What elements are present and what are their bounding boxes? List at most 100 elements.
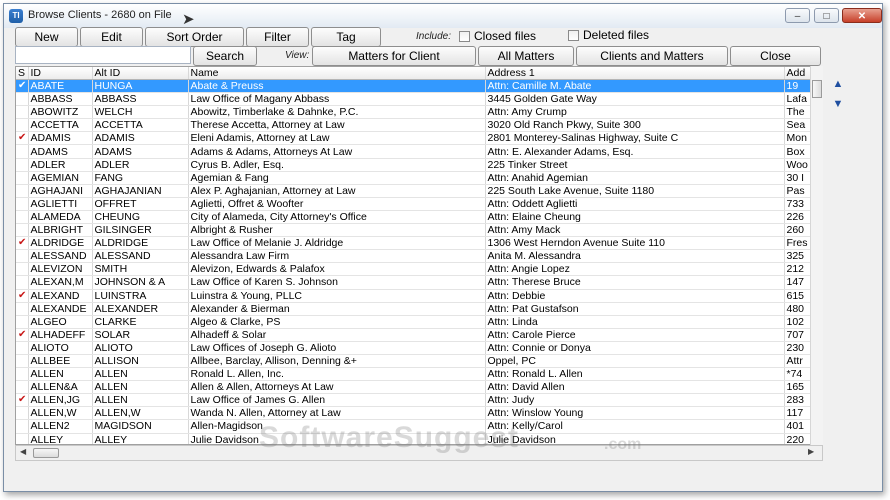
alt-id-cell: WELCH	[92, 105, 189, 120]
status-cell	[16, 144, 29, 159]
scroll-right-arrow-icon[interactable]: ▶	[808, 447, 814, 456]
table-row[interactable]: ALBRIGHT GILSINGER Albright & Rusher Attn: …	[16, 223, 822, 238]
table-row[interactable]: ALEVIZON SMITH Alevizon, Edwards & Palafox…	[16, 262, 822, 277]
id-cell: ADLER	[28, 158, 93, 172]
column-header-address1[interactable]: Address 1	[485, 67, 785, 80]
close-window-button[interactable]: ✕	[842, 8, 882, 23]
address1-cell: Attn: Debbie	[485, 289, 785, 303]
table-row[interactable]: AGEMIAN FANG Agemian & Fang Attn: Anahid Ag…	[16, 171, 822, 185]
table-row[interactable]: ALEXAN,M JOHNSON & A Law Office of Karen S…	[16, 275, 822, 290]
column-header-name[interactable]: Name	[188, 67, 486, 80]
table-row[interactable]: ✔ ALEXAND LUINSTRA Luinstra & Young, PLLC At…	[16, 289, 822, 303]
address1-cell: Attn: Elaine Cheung	[485, 210, 785, 225]
filter-button[interactable]: Filter	[246, 27, 309, 47]
deleted-files-checkbox[interactable]	[568, 30, 579, 41]
table-row[interactable]: AGLIETTI OFFRET Aglietti, Offret & Woofter…	[16, 197, 822, 211]
alt-id-cell: ALDRIDGE	[92, 236, 189, 251]
status-cell	[16, 92, 29, 107]
alt-id-cell: ABBASS	[92, 92, 189, 107]
sort-order-button[interactable]: Sort Order	[145, 27, 244, 47]
alt-id-cell: ALIOTO	[92, 341, 189, 355]
table-row[interactable]: ALLEN&A ALLEN Allen & Allen, Attorneys At …	[16, 380, 822, 395]
search-button[interactable]: Search	[193, 46, 257, 66]
table-row[interactable]: ALLEN ALLEN Ronald L. Allen, Inc. Attn: Ron…	[16, 367, 822, 382]
name-cell: Cyrus B. Adler, Esq.	[188, 158, 486, 172]
id-cell: ALESSAND	[28, 249, 93, 264]
table-row[interactable]: ✔ ABATE HUNGA Abate & Preuss Attn: Camille M…	[16, 79, 822, 94]
alt-id-cell: CHEUNG	[92, 210, 189, 225]
name-cell: Alessandra Law Firm	[188, 249, 486, 264]
status-cell	[16, 315, 29, 329]
scroll-left-arrow-icon[interactable]: ◀	[20, 447, 26, 456]
horizontal-scroll-thumb[interactable]	[33, 448, 59, 458]
status-cell	[16, 118, 29, 133]
table-row[interactable]: ABBASS ABBASS Law Office of Magany Abbass 3…	[16, 92, 822, 107]
address1-cell: Attn: Connie or Donya	[485, 341, 785, 355]
address1-cell: 225 South Lake Avenue, Suite 1180	[485, 184, 785, 198]
table-row[interactable]: ADAMS ADAMS Adams & Adams, Attorneys At La…	[16, 144, 822, 159]
name-cell: Law Offices of Joseph G. Alioto	[188, 341, 486, 355]
matters-for-client-button[interactable]: Matters for Client	[312, 46, 476, 66]
address1-cell: Attn: Amy Crump	[485, 105, 785, 120]
table-row[interactable]: ✔ ALDRIDGE ALDRIDGE Law Office of Melanie J…	[16, 236, 822, 251]
clients-grid[interactable]: S ID Alt ID Name Address 1 Add ✔ ABATE HUN…	[15, 66, 823, 445]
table-row[interactable]: ABOWITZ WELCH Abowitz, Timberlake & Dahnke…	[16, 105, 822, 120]
close-button[interactable]: Close	[730, 46, 821, 66]
status-cell	[16, 380, 29, 395]
table-row[interactable]: ✔ ADAMIS ADAMIS Eleni Adamis, Attorney at L…	[16, 131, 822, 146]
column-header-status[interactable]: S	[16, 67, 29, 80]
alt-id-cell: ALLEY	[92, 433, 189, 444]
name-cell: Law Office of James G. Allen	[188, 393, 486, 408]
alt-id-cell: ALLEN	[92, 380, 189, 395]
include-label: Include:	[416, 31, 452, 42]
table-row[interactable]: ADLER ADLER Cyrus B. Adler, Esq. 225 Tinker…	[16, 158, 822, 172]
id-cell: ADAMS	[28, 144, 93, 159]
vertical-scroll-thumb[interactable]	[812, 80, 822, 98]
id-cell: ABATE	[28, 79, 93, 94]
alt-id-cell: SMITH	[92, 262, 189, 277]
tag-button[interactable]: Tag	[311, 27, 381, 47]
scroll-to-top-icon[interactable]: ▲	[829, 76, 847, 92]
address1-cell: Attn: Pat Gustafson	[485, 302, 785, 316]
mouse-cursor-icon: ➤	[182, 11, 195, 28]
closed-files-checkbox[interactable]	[459, 31, 470, 42]
alt-id-cell: ACCETTA	[92, 118, 189, 133]
alt-id-cell: ALESSAND	[92, 249, 189, 264]
name-cell: Alhadeff & Solar	[188, 328, 486, 342]
maximize-button[interactable]: □	[814, 8, 839, 23]
column-header-id[interactable]: ID	[28, 67, 93, 80]
name-cell: Eleni Adamis, Attorney at Law	[188, 131, 486, 146]
table-row[interactable]: ALEXANDE ALEXANDER Alexander & Bierman Attn…	[16, 302, 822, 316]
id-cell: ALGEO	[28, 315, 93, 329]
name-cell: Allen & Allen, Attorneys At Law	[188, 380, 486, 395]
name-cell: Wanda N. Allen, Attorney at Law	[188, 406, 486, 421]
horizontal-scrollbar[interactable]: ◀ ▶	[15, 445, 823, 461]
table-row[interactable]: ALLEN,W ALLEN,W Wanda N. Allen, Attorney a…	[16, 406, 822, 421]
column-header-alt-id[interactable]: Alt ID	[92, 67, 189, 80]
table-row[interactable]: ALESSAND ALESSAND Alessandra Law Firm Anita…	[16, 249, 822, 264]
table-row[interactable]: ✔ ALHADEFF SOLAR Alhadeff & Solar Attn: Caro…	[16, 328, 822, 342]
table-row[interactable]: ACCETTA ACCETTA Therese Accetta, Attorney …	[16, 118, 822, 133]
title-bar[interactable]: TI Browse Clients - 2680 on File ➤ – □ ✕	[4, 4, 882, 28]
table-row[interactable]: AGHAJANI AGHAJANIAN Alex P. Aghajanian, At…	[16, 184, 822, 198]
grid-body: ✔ ABATE HUNGA Abate & Preuss Attn: Camille M…	[16, 79, 822, 444]
address1-cell: 3445 Golden Gate Way	[485, 92, 785, 107]
edit-button[interactable]: Edit	[80, 27, 143, 47]
all-matters-button[interactable]: All Matters	[478, 46, 574, 66]
minimize-button[interactable]: –	[785, 8, 810, 23]
scroll-to-bottom-icon[interactable]: ▼	[829, 96, 847, 112]
id-cell: ALEXANDE	[28, 302, 93, 316]
table-row[interactable]: ✔ ALLEN,JG ALLEN Law Office of James G. All…	[16, 393, 822, 408]
table-row[interactable]: ALIOTO ALIOTO Law Offices of Joseph G. Ali…	[16, 341, 822, 355]
table-row[interactable]: ALLEY ALLEY Julie Davidson Julie Davidson 22…	[16, 433, 822, 444]
id-cell: AGLIETTI	[28, 197, 93, 211]
table-row[interactable]: ALGEO CLARKE Algeo & Clarke, PS Attn: Linda…	[16, 315, 822, 329]
table-row[interactable]: ALAMEDA CHEUNG City of Alameda, City Attor…	[16, 210, 822, 225]
table-row[interactable]: ALLBEE ALLISON Allbee, Barclay, Allison, D…	[16, 354, 822, 369]
clients-and-matters-button[interactable]: Clients and Matters	[576, 46, 728, 66]
status-cell	[16, 197, 29, 211]
new-button[interactable]: New	[15, 27, 78, 47]
search-input[interactable]	[15, 46, 191, 64]
table-row[interactable]: ALLEN2 MAGIDSON Allen-Magidson Attn: Kelly/…	[16, 419, 822, 434]
vertical-scrollbar[interactable]	[810, 66, 823, 445]
